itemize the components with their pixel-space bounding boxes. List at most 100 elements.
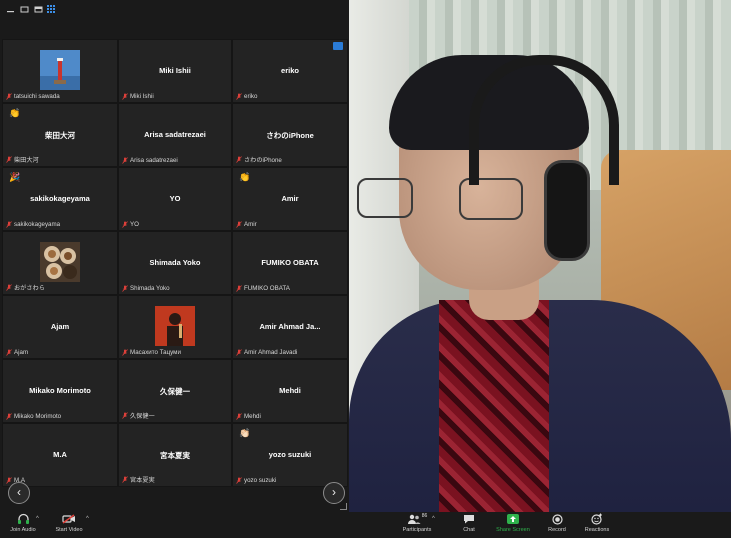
participant-label: 久保健一 <box>130 413 155 420</box>
participant-tile[interactable]: Mikako Morimoto Mikako Morimoto <box>2 359 118 423</box>
participant-display-name: Amir Ahmad Ja... <box>259 322 321 331</box>
participant-display-name: M.A <box>53 450 67 459</box>
clap-reaction-icon: 👏 <box>9 108 21 118</box>
participant-avatar <box>155 306 195 346</box>
participants-count: 86 <box>421 513 428 519</box>
resize-handle[interactable] <box>340 503 347 510</box>
reactions-label: Reactions <box>584 527 610 533</box>
participant-display-name: FUMIKO OBATA <box>261 258 319 267</box>
participant-tile[interactable]: eriko eriko <box>232 39 348 103</box>
participant-label: おがさわら <box>14 285 45 292</box>
record-label: Record <box>548 527 566 533</box>
participant-name-tag: Ajam <box>6 349 28 356</box>
chat-label: Chat <box>463 527 475 533</box>
mic-muted-icon <box>6 477 12 484</box>
audio-options-caret-icon[interactable]: ^ <box>36 516 39 522</box>
chevron-right-icon[interactable]: › <box>323 482 345 504</box>
participant-display-name: YO <box>169 194 181 203</box>
participant-label: Arisa sadatrezaei <box>130 157 178 164</box>
participant-tile[interactable]: Ajam Ajam <box>2 295 118 359</box>
participant-label: Ajam <box>14 349 29 356</box>
participants-icon <box>407 514 421 524</box>
participant-tile[interactable]: Mehdi Mehdi <box>232 359 348 423</box>
mic-muted-icon <box>6 284 12 291</box>
video-options-caret-icon[interactable]: ^ <box>86 516 89 522</box>
share-screen-button[interactable]: Share Screen <box>492 512 534 538</box>
participant-tile[interactable]: FUMIKO OBATA FUMIKO OBATA <box>232 231 348 295</box>
participant-avatar <box>40 50 80 90</box>
participant-tile[interactable]: M.A M.A <box>2 423 118 487</box>
headphones-earcup <box>544 160 590 261</box>
participant-tile[interactable]: tatsuichi sawada <box>2 39 118 103</box>
gallery-header <box>0 0 349 40</box>
glasses-left-lens <box>357 178 413 218</box>
reactions-icon <box>591 513 602 525</box>
participant-display-name: Miki Ishii <box>159 66 191 75</box>
participant-display-name: Mehdi <box>279 386 301 395</box>
mic-muted-icon <box>122 476 128 483</box>
participant-label: Mikako Morimoto <box>14 413 62 420</box>
speaker-shirt <box>439 300 549 512</box>
participant-tile[interactable]: Масахито Тацуми <box>118 295 232 359</box>
share-screen-label: Share Screen <box>496 527 530 533</box>
gallery-view-panel: tatsuichi sawada Miki Ishii Miki Ishii erik… <box>0 0 349 512</box>
participant-tile[interactable]: Arisa sadatrezaei Arisa sadatrezaei <box>118 103 232 167</box>
mic-muted-icon <box>236 477 242 484</box>
chevron-left-icon[interactable]: ‹ <box>8 482 30 504</box>
participant-display-name: eriko <box>281 66 299 75</box>
participant-tile[interactable]: おがさわら <box>2 231 118 295</box>
participant-tile[interactable]: sakikokageyama 🎉 sakikokageyama <box>2 167 118 231</box>
participant-label: sakikokageyama <box>14 221 61 228</box>
mic-muted-icon <box>122 412 128 419</box>
participant-name-tag: yozo suzuki <box>236 477 276 484</box>
participant-name-tag: 柴田大河 <box>6 155 39 164</box>
participant-label: Amir Ahmad Javadi <box>244 349 298 356</box>
participant-label: YO <box>130 221 139 228</box>
participant-tile[interactable]: 柴田大河 👏 柴田大河 <box>2 103 118 167</box>
participant-label: Miki Ishii <box>130 93 154 100</box>
record-button[interactable]: Record <box>544 512 570 538</box>
participant-label: 柴田大河 <box>14 157 39 164</box>
participant-grid: tatsuichi sawada Miki Ishii Miki Ishii erik… <box>2 39 348 503</box>
participant-tile[interactable]: Miki Ishii Miki Ishii <box>118 39 232 103</box>
participants-caret-icon[interactable]: ^ <box>432 516 435 522</box>
participant-name-tag: Масахито Тацуми <box>122 349 181 356</box>
party-reaction-icon: 🎉 <box>9 172 21 182</box>
participant-tile[interactable]: 宮本夏実 宮本夏実 <box>118 423 232 487</box>
participant-label: Масахито Тацуми <box>130 349 181 356</box>
participant-tile[interactable]: Amir Ahmad Ja... Amir Ahmad Javadi <box>232 295 348 359</box>
mic-muted-icon <box>122 285 128 292</box>
participant-name-tag: YO <box>122 221 139 228</box>
participant-tile[interactable]: 久保健一 久保健一 <box>118 359 232 423</box>
join-audio-button[interactable]: Join Audio <box>6 512 40 538</box>
participant-display-name: さわのiPhone <box>266 131 314 140</box>
clap-reaction-icon: 👏 <box>239 172 251 182</box>
participant-name-tag: Amir Ahmad Javadi <box>236 349 297 356</box>
participant-tile[interactable]: さわのiPhone さわのiPhone <box>232 103 348 167</box>
tile-options-icon[interactable] <box>333 42 343 50</box>
participant-tile[interactable]: Amir 👏 Amir <box>232 167 348 231</box>
mic-muted-icon <box>122 221 128 228</box>
participant-tile[interactable]: yozo suzuki 👏🏻 yozo suzuki <box>232 423 348 487</box>
gallery-view-icon[interactable] <box>47 5 55 13</box>
participant-display-name: 宮本夏実 <box>160 451 190 460</box>
participant-label: tatsuichi sawada <box>14 93 60 100</box>
record-icon <box>551 513 563 525</box>
participant-label: Amir <box>244 221 257 228</box>
participant-name-tag: Amir <box>236 221 257 228</box>
chat-button[interactable]: Chat <box>456 512 482 538</box>
participant-tile[interactable]: Shimada Yoko Shimada Yoko <box>118 231 232 295</box>
participant-tile[interactable]: YO YO <box>118 167 232 231</box>
reactions-button[interactable]: Reactions <box>582 512 612 538</box>
mic-muted-icon <box>6 156 12 163</box>
speaker-view-icon[interactable] <box>34 6 43 13</box>
start-video-button[interactable]: Start Video <box>52 512 86 538</box>
restore-icon[interactable] <box>20 6 29 13</box>
participant-display-name: 柴田大河 <box>45 131 75 140</box>
participant-name-tag: Arisa sadatrezaei <box>122 157 178 164</box>
mic-muted-icon <box>6 221 12 228</box>
minimize-icon[interactable] <box>6 6 15 13</box>
mic-muted-icon <box>236 156 242 163</box>
participant-label: さわのiPhone <box>244 157 282 164</box>
mic-muted-icon <box>236 221 242 228</box>
